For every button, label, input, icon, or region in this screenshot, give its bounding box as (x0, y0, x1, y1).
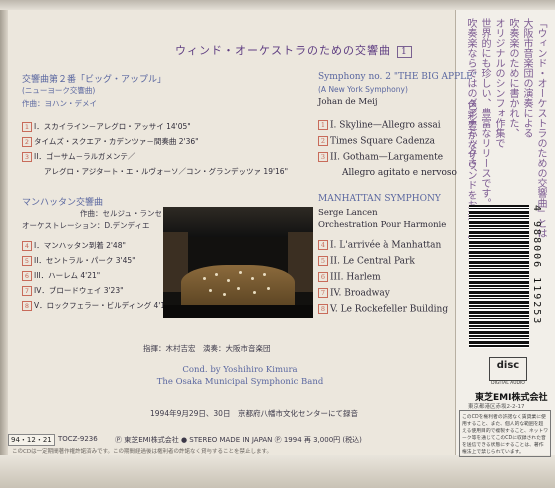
track-row: 4 I．マンハッタン到着 2'48" (22, 240, 126, 251)
track-number-box: 3 (318, 152, 328, 162)
track-row: 1 I．スカイライン－アレグロ・アッサイ 14'05" (22, 121, 191, 132)
track-number-box: 2 (22, 137, 32, 147)
barcode (469, 205, 529, 348)
track-number-box: 6 (22, 271, 32, 281)
right-subheading-1: (A New York Symphony) (318, 85, 408, 94)
right-composer-1: Johan de Meij (318, 97, 378, 107)
track-row-en: 2 Times Square Cadenza (318, 136, 435, 147)
spine-text-col: 大阪市音楽団の演奏による (521, 18, 532, 138)
spine-text-col: 吹奏楽のために書かれた、 (507, 18, 518, 138)
track-row: 8 V．ロックフェラー・ビルディング 4'18" (22, 300, 173, 311)
right-heading-2: MANHATTAN SYMPHONY (318, 194, 441, 204)
track-row-en: 6 III. Harlem (318, 272, 381, 283)
track-row-en: 4 I. L'arrivée à Manhattan (318, 240, 441, 251)
left-composer-2: 作曲：セルジュ・ランセン (80, 209, 170, 218)
left-heading-2: マンハッタン交響曲 (22, 198, 104, 208)
track-number-box: 4 (22, 241, 32, 251)
track-number-box: 4 (318, 240, 328, 250)
footer-copyright: Ⓟ 東芝EMI株式会社 ● STEREO MADE IN JAPAN Ⓟ 199… (115, 436, 362, 444)
track-number-box: 3 (22, 152, 32, 162)
track-row: 2 タイムズ・スクエア・カデンツァ－間奏曲 2'36" (22, 136, 199, 147)
footer-catalog: TOCZ-9236 (58, 435, 98, 443)
spine-text-col: オリジナルのシンフォ作集で (493, 18, 504, 148)
credits-conductor: Cond. by Yoshihiro Kimura (182, 365, 298, 375)
jewel-case-hinge (0, 10, 8, 455)
track-number-box: 1 (318, 120, 328, 130)
right-arranger-2: Orchestration Pour Harmonie (318, 220, 447, 230)
credits-jp: 指揮：木村吉宏 演奏：大阪市音楽団 (143, 344, 271, 353)
track-row-en: 7 IV. Broadway (318, 288, 390, 299)
record-label-address: 東京都港区赤坂2-2-17 (468, 404, 525, 410)
date-sticker: 94・12・21 (8, 434, 55, 446)
track-row-en: 5 II. Le Central Park (318, 256, 415, 267)
track-row-en: 8 V. Le Rockefeller Building (318, 304, 448, 315)
compact-disc-logo: disc (489, 357, 527, 381)
track-number-box: 7 (318, 288, 328, 298)
track-row: 3 II．ゴーサム－ラルガメンテ／ (22, 151, 135, 162)
jewel-case-bottom-edge (0, 455, 555, 488)
right-heading-1: Symphony no. 2 "THE BIG APPLE" (318, 72, 477, 82)
compact-disc-logo-subtitle: DIGITAL AUDIO (491, 381, 525, 386)
track-row-en: 1 I. Skyline—Allegro assai (318, 120, 441, 131)
track-number-box: 8 (318, 304, 328, 314)
copyright-notice-text: このCDを権利者の許諾なく賃貸業に使用すること、また、個人的な範囲を超える使用目… (462, 415, 549, 455)
album-title: ウィンド・オーケストラのための交響曲 1 (175, 42, 412, 58)
jewel-case-top-edge (0, 0, 555, 10)
concert-hall-photo (163, 207, 313, 318)
track-number-box: 6 (318, 272, 328, 282)
track-number-box: 5 (318, 256, 328, 266)
left-composer-1: 作曲：ヨハン・デメイ (22, 99, 97, 108)
left-arranger-2: オーケストレーション：D.デンディエ (22, 221, 150, 230)
barcode-number: 4 988006 119253 (531, 205, 542, 326)
track-row: 5 II．セントラル・パーク 3'45" (22, 255, 136, 266)
disc-number-box: 1 (397, 46, 412, 58)
left-heading-1: 交響曲第２番「ビッグ・アップル」 (22, 75, 167, 85)
track-number-box: 7 (22, 286, 32, 296)
track-number-box: 5 (22, 256, 32, 266)
track-number-box: 2 (318, 136, 328, 146)
spine-text-col: 世界的にも珍しい、豊富なリリースです。 (479, 18, 490, 208)
track-number-box: 8 (22, 301, 32, 311)
right-composer-2: Serge Lancen (318, 208, 378, 218)
track-row-continued: アレグロ・アジタート・エ・ルヴォーソ／コン・グランデッツァ 19'16" (44, 167, 289, 176)
recording-info: 1994年9月29日、30日 京都府八幡市文化センターにて録音 (150, 409, 358, 418)
track-row-en-continued: Allegro agitato e nervoso (342, 168, 457, 178)
left-subheading-1: (ニューヨーク交響曲) (22, 86, 96, 95)
track-row: 7 IV．ブロードウェイ 3'23" (22, 285, 124, 296)
credits-band: The Osaka Municipal Symphonic Band (156, 377, 324, 387)
footer-notice: このCDは一定期間著作権許諾済みです。この期間経過後は権利者の許諾なく貸与するこ… (12, 449, 272, 455)
track-row: 6 III．ハーレム 4'21" (22, 270, 100, 281)
track-row-en: 3 II. Gotham—Largamente (318, 152, 443, 163)
track-number-box: 1 (22, 122, 32, 132)
